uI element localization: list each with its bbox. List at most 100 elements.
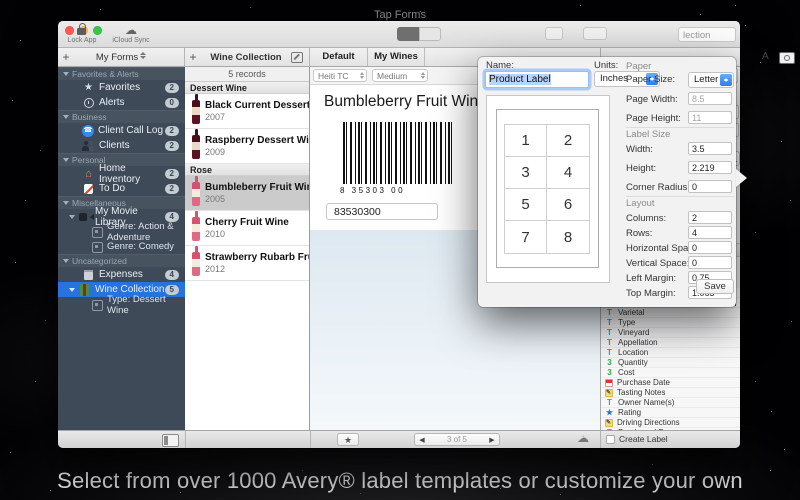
- sidebar-toggle-button[interactable]: [162, 434, 179, 447]
- section-uncategorized[interactable]: Uncategorized: [58, 254, 185, 267]
- sidebar-item-to-do[interactable]: To Do2: [58, 181, 185, 196]
- sidebar-title[interactable]: My Forms: [74, 52, 168, 63]
- label-name-field[interactable]: Product Label: [485, 71, 589, 88]
- field-row[interactable]: Varietal: [601, 308, 740, 318]
- number-field-icon: [605, 368, 614, 377]
- create-label-checkbox[interactable]: [606, 435, 615, 444]
- sidebar-item-client-call-log[interactable]: Client Call Log2: [58, 123, 185, 138]
- sidebar-item-expenses[interactable]: Expenses4: [58, 267, 185, 282]
- height-field[interactable]: 2.219: [688, 161, 732, 174]
- count-badge: 2: [165, 184, 179, 194]
- font-weight-popup[interactable]: Medium: [372, 69, 428, 82]
- section-business[interactable]: Business: [58, 110, 185, 123]
- sidebar-item-alerts[interactable]: Alerts0: [58, 95, 185, 110]
- page-height-field[interactable]: 11: [688, 111, 732, 124]
- sidebar-item-clients[interactable]: Clients2: [58, 138, 185, 153]
- field-row[interactable]: Quantity: [601, 358, 740, 368]
- rows-field[interactable]: 4: [688, 226, 732, 239]
- record-row-selected[interactable]: Bumbleberry Fruit Wine2005: [185, 176, 309, 211]
- view-segment-dark[interactable]: [397, 27, 419, 41]
- stepper-icon: [421, 72, 425, 79]
- lock-icon: [77, 23, 87, 36]
- divider: [626, 196, 734, 197]
- columns-label: Columns:: [626, 213, 666, 224]
- page-width-field[interactable]: 8.5: [688, 92, 732, 105]
- add-record-button[interactable]: +: [185, 50, 201, 64]
- search-field[interactable]: lection: [678, 27, 736, 42]
- columns-field[interactable]: 2: [688, 211, 732, 224]
- field-row[interactable]: Type: [601, 318, 740, 328]
- corner-radius-field[interactable]: 0: [688, 180, 732, 193]
- field-row[interactable]: Purchase Date: [601, 378, 740, 388]
- field-row[interactable]: Tasting Notes: [601, 388, 740, 398]
- text-style-icon[interactable]: A: [762, 51, 769, 62]
- field-row[interactable]: Rating: [601, 408, 740, 418]
- next-record-button[interactable]: ▶: [485, 436, 499, 444]
- lock-app-button[interactable]: Lock App: [60, 23, 104, 44]
- sidebar-item-genre-comedy[interactable]: Genre: Comedy: [58, 239, 185, 254]
- icloud-sync-label: iCloud Sync: [112, 37, 149, 44]
- save-button[interactable]: Save: [696, 279, 734, 294]
- paper-size-popup[interactable]: Letter: [688, 72, 734, 88]
- record-list: 5 records Dessert Wine Black Current Des…: [185, 67, 310, 430]
- records-title: Wine Collection: [201, 52, 291, 63]
- toolbar-button[interactable]: [583, 27, 607, 40]
- page-height-label: Page Height:: [626, 113, 681, 124]
- disclosure-icon: [63, 72, 69, 76]
- upc-field[interactable]: 83530300: [326, 203, 438, 220]
- field-row[interactable]: Cost: [601, 368, 740, 378]
- section-favorites-alerts[interactable]: Favorites & Alerts: [58, 67, 185, 80]
- paper-size-label: Paper Size:: [626, 74, 675, 85]
- tab-my-wines[interactable]: My Wines: [368, 48, 425, 66]
- disclosure-icon[interactable]: [69, 215, 75, 219]
- alarm-clock-icon: [82, 97, 95, 109]
- movie-camera-icon: [78, 211, 91, 223]
- camera-icon[interactable]: [779, 52, 795, 64]
- sidebar-item-type-dessert-wine[interactable]: Type: Dessert Wine: [58, 297, 185, 312]
- width-field[interactable]: 3.5: [688, 142, 732, 155]
- house-icon: [82, 168, 95, 180]
- lock-app-label: Lock App: [68, 37, 97, 44]
- app-title: Tap Forms: [0, 9, 800, 21]
- count-badge: 2: [165, 141, 179, 151]
- top-margin-label: Top Margin:: [626, 288, 676, 299]
- count-badge: 2: [165, 83, 179, 93]
- count-badge: 4: [165, 270, 179, 280]
- compose-icon[interactable]: [291, 52, 303, 63]
- label-cell: 2: [547, 125, 589, 157]
- icloud-sync-button[interactable]: ☁ iCloud Sync: [106, 23, 156, 44]
- label-cell: 4: [547, 157, 589, 189]
- record-row[interactable]: Raspberry Dessert Wine2009: [185, 129, 309, 164]
- vertical-space-field[interactable]: 0: [688, 256, 732, 269]
- field-row[interactable]: Vineyard: [601, 328, 740, 338]
- marketing-caption: Select from over 1000 Avery® label templ…: [0, 468, 800, 494]
- field-row[interactable]: Appellation: [601, 338, 740, 348]
- disclosure-icon[interactable]: [69, 288, 75, 292]
- window-toolbar: Lock App ☁ iCloud Sync lection: [58, 21, 740, 48]
- sidebar-item-favorites[interactable]: Favorites2: [58, 80, 185, 95]
- favorite-record-button[interactable]: ★: [337, 433, 359, 446]
- record-row[interactable]: Strawberry Rubarb Fruit Wine2012: [185, 246, 309, 281]
- previous-record-button[interactable]: ◀: [415, 436, 429, 444]
- sidebar-item-home-inventory[interactable]: Home Inventory2: [58, 166, 185, 181]
- sidebar-item-genre-action[interactable]: Genre: Action & Adventure: [58, 224, 185, 239]
- record-row[interactable]: Black Current Dessert Wine2007: [185, 94, 309, 129]
- field-row[interactable]: Driving Directions: [601, 418, 740, 428]
- toolbar-button[interactable]: [545, 27, 563, 40]
- view-segment-light[interactable]: [419, 27, 441, 41]
- cloud-icon: ☁: [106, 23, 156, 37]
- popup-arrows-icon: [720, 74, 732, 86]
- label-template-popover: Name: Product Label Units: Inches 1 2 3 …: [478, 57, 736, 307]
- units-label: Units:: [594, 60, 618, 71]
- add-form-button[interactable]: +: [58, 50, 74, 64]
- font-family-popup[interactable]: Heiti TC: [313, 69, 367, 82]
- record-row[interactable]: Cherry Fruit Wine2010: [185, 211, 309, 246]
- starfield: [0, 0, 1, 1]
- cloud-upload-icon[interactable]: ☁: [577, 431, 589, 445]
- tab-default-layout[interactable]: Default Layout: [310, 48, 368, 66]
- horizontal-space-field[interactable]: 0: [688, 241, 732, 254]
- wine-bottle-thumbnail: [192, 252, 200, 276]
- field-row[interactable]: Owner Name(s): [601, 398, 740, 408]
- disclosure-icon: [63, 201, 69, 205]
- field-row[interactable]: Location: [601, 348, 740, 358]
